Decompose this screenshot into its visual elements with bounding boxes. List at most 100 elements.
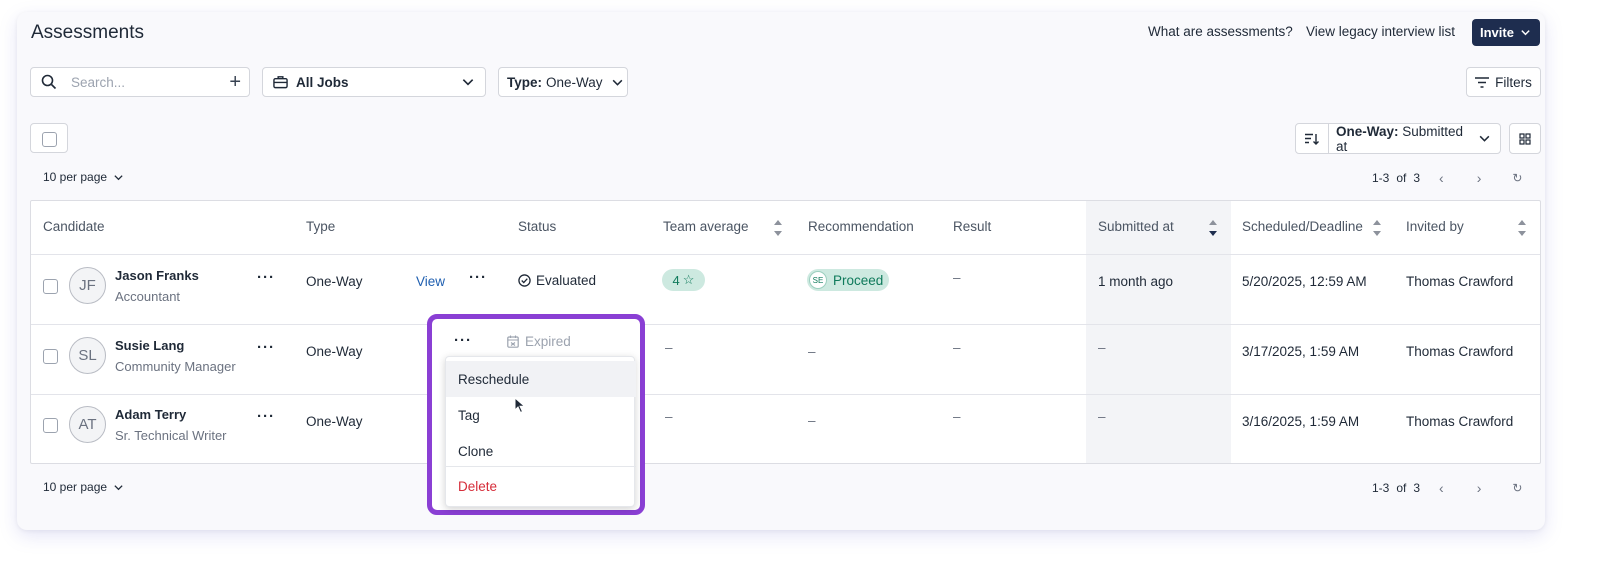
invited-by-value: Thomas Crawford: [1406, 414, 1514, 429]
row-actions-icon[interactable]: ···: [454, 332, 472, 349]
status-text: Expired: [525, 334, 571, 349]
col-recommendation[interactable]: Recommendation: [808, 219, 914, 234]
team-average-value: 4: [672, 272, 680, 288]
page-range: 1-3: [1372, 481, 1390, 495]
type-prefix: Type:: [507, 74, 543, 90]
grid-view-button[interactable]: [1509, 123, 1541, 154]
prev-page-icon[interactable]: ‹: [1439, 480, 1444, 496]
refresh-icon[interactable]: ↻: [1512, 171, 1522, 185]
type-value: One-Way: [306, 344, 363, 359]
search-input[interactable]: Search... +: [30, 67, 250, 97]
per-page-select-top[interactable]: 10 per page: [43, 170, 124, 184]
plus-icon[interactable]: +: [229, 72, 241, 92]
col-type[interactable]: Type: [306, 219, 335, 234]
select-all-checkbox[interactable]: [30, 123, 68, 153]
sort-desc-icon[interactable]: [1208, 217, 1218, 239]
recommendation-value: –: [808, 413, 816, 428]
star-icon: ☆: [682, 272, 695, 287]
col-candidate[interactable]: Candidate: [43, 219, 105, 234]
row-checkbox[interactable]: [43, 279, 58, 294]
team-average-value: –: [665, 340, 673, 355]
view-legacy-interviews-link[interactable]: View legacy interview list: [1306, 24, 1455, 39]
chevron-down-icon: [114, 174, 123, 180]
briefcase-icon: [273, 76, 288, 89]
view-link[interactable]: View: [416, 274, 445, 289]
col-result[interactable]: Result: [953, 219, 991, 234]
type-value: One-Way: [546, 74, 603, 90]
col-invited-by[interactable]: Invited by: [1406, 219, 1464, 234]
col-team-average[interactable]: Team average: [663, 219, 749, 234]
jobs-dropdown[interactable]: All Jobs: [262, 67, 486, 97]
invite-label: Invite: [1480, 25, 1514, 40]
sort-arrows-icon[interactable]: [1372, 217, 1382, 239]
per-page-label: 10 per page: [43, 480, 108, 494]
menu-item-delete[interactable]: Delete: [446, 468, 636, 504]
row-context-menu: Reschedule Tag Clone Delete: [445, 356, 636, 507]
candidate-name[interactable]: Susie Lang: [115, 338, 184, 353]
filter-icon: [1475, 76, 1490, 88]
type-value: One-Way: [306, 274, 363, 289]
page-total: 3: [1413, 481, 1421, 495]
what-are-assessments-link[interactable]: What are assessments?: [1148, 24, 1293, 39]
avatar: SL: [69, 337, 106, 374]
submitted-value: 1 month ago: [1098, 274, 1174, 289]
chevron-down-icon: [612, 79, 622, 86]
menu-item-reschedule[interactable]: Reschedule: [446, 361, 636, 397]
type-value: One-Way: [306, 414, 363, 429]
sort-direction-button[interactable]: [1296, 124, 1329, 153]
candidate-name[interactable]: Jason Franks: [115, 268, 199, 283]
invite-button[interactable]: Invite: [1472, 19, 1540, 46]
calendar-icon: [507, 335, 519, 348]
assessments-table: Candidate Type Status Team average Recom…: [30, 200, 1541, 464]
menu-item-tag[interactable]: Tag: [446, 397, 636, 433]
sort-arrows-icon[interactable]: [1517, 217, 1527, 239]
refresh-icon[interactable]: ↻: [1512, 481, 1522, 495]
row-actions-icon[interactable]: ···: [469, 269, 487, 286]
jobs-label: All Jobs: [296, 74, 349, 90]
per-page-select-bottom[interactable]: 10 per page: [43, 480, 124, 494]
row-checkbox[interactable]: [43, 349, 58, 364]
chevron-down-icon: [462, 79, 474, 86]
sorted-column-shade: [1086, 201, 1231, 463]
candidate-more-icon[interactable]: ···: [257, 269, 275, 286]
chevron-down-icon: [1479, 135, 1490, 142]
result-value: –: [953, 409, 961, 424]
candidate-role: Community Manager: [115, 359, 236, 374]
candidate-role: Accountant: [115, 289, 181, 304]
next-page-icon[interactable]: ›: [1477, 480, 1482, 496]
page-total: 3: [1413, 171, 1421, 185]
filters-button[interactable]: Filters: [1466, 67, 1541, 97]
status-evaluated: Evaluated: [518, 273, 596, 288]
page-of: of: [1396, 481, 1407, 495]
menu-item-clone[interactable]: Clone: [446, 433, 636, 469]
menu-divider: [446, 466, 636, 467]
grid-icon: [1519, 132, 1531, 145]
col-status[interactable]: Status: [518, 219, 556, 234]
col-submitted-at[interactable]: Submitted at: [1098, 219, 1174, 234]
deadline-value: 3/16/2025, 1:59 AM: [1242, 414, 1360, 429]
recommendation-badge: SE Proceed: [807, 269, 889, 291]
deadline-value: 5/20/2025, 12:59 AM: [1242, 274, 1367, 289]
pagination-bottom: 1-3 of 3 ‹ › ↻: [1372, 480, 1522, 496]
candidate-name[interactable]: Adam Terry: [115, 407, 186, 422]
sort-arrows-icon[interactable]: [773, 217, 783, 239]
prev-page-icon[interactable]: ‹: [1439, 170, 1444, 186]
recommender-initials: SE: [809, 271, 827, 289]
status-expired: Expired: [507, 334, 571, 349]
type-dropdown[interactable]: Type: One-Way: [498, 67, 628, 97]
filters-label: Filters: [1495, 74, 1532, 90]
invited-by-value: Thomas Crawford: [1406, 274, 1514, 289]
col-scheduled-deadline[interactable]: Scheduled/Deadline: [1242, 219, 1363, 234]
status-text: Evaluated: [536, 273, 597, 288]
mouse-cursor-icon: [514, 397, 526, 414]
candidate-more-icon[interactable]: ···: [257, 339, 275, 356]
sort-dropdown[interactable]: One-Way: Submitted at: [1295, 123, 1501, 154]
next-page-icon[interactable]: ›: [1477, 170, 1482, 186]
candidate-more-icon[interactable]: ···: [257, 408, 275, 425]
result-value: –: [953, 270, 961, 285]
avatar: AT: [69, 406, 106, 443]
row-checkbox[interactable]: [43, 418, 58, 433]
submitted-value: –: [1098, 340, 1106, 355]
check-circle-icon: [518, 274, 531, 287]
avatar: JF: [69, 267, 106, 304]
